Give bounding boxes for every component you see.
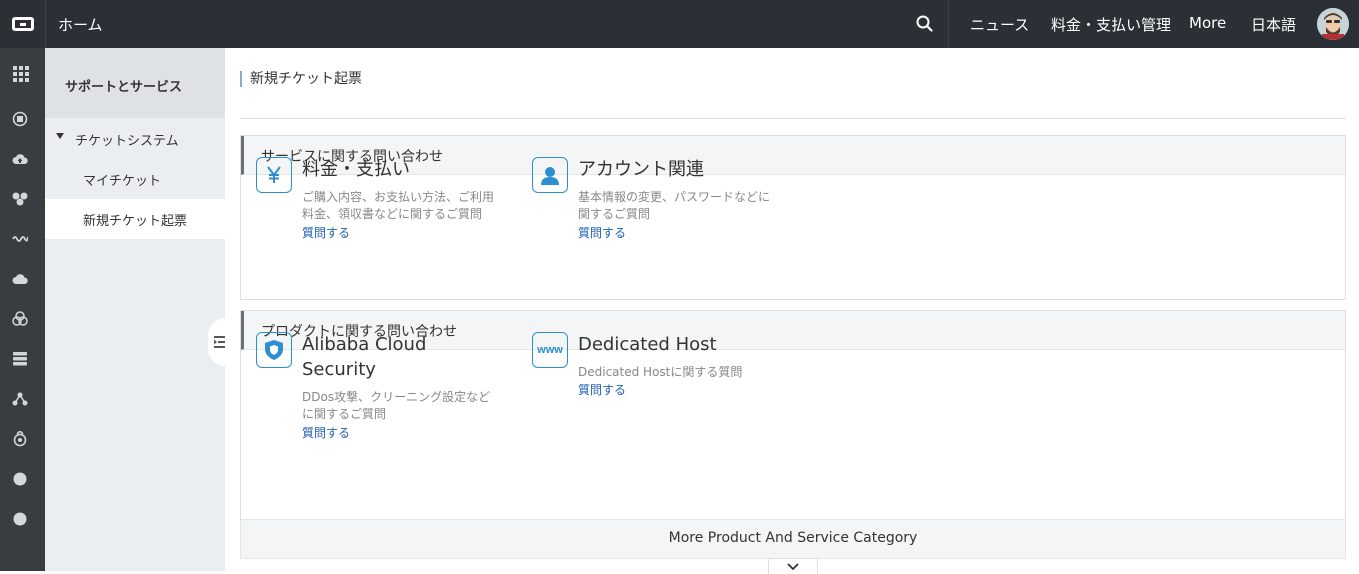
card-title-line: Alibaba Cloud [302,334,427,355]
top-bar: ホーム ニュース 料金・支払い管理 More 日本語 [0,0,1359,48]
ask-question-link[interactable]: 質問する [578,381,626,398]
service-inquiry-panel: サービスに関する問い合わせ 料金・支払い ご購入内容、お支払い方法、ご利用 料金… [240,135,1346,300]
collapse-icon [214,336,225,348]
chevron-down-icon [787,562,799,570]
product-inquiry-panel: プロダクトに関する問い合わせ Alibaba Cloud Security DD… [240,310,1346,520]
card-title-line: Security [302,359,376,380]
sidebar-item-my-tickets[interactable]: マイチケット [45,159,225,199]
card-desc-line: 関するご質問 [578,207,651,221]
ask-question-link[interactable]: 質問する [578,224,626,241]
nav-news[interactable]: ニュース [970,14,1029,35]
cluster-icon[interactable] [11,190,29,208]
card-title[interactable]: 料金・支払い [302,157,502,182]
product-rail [0,48,45,571]
search-icon[interactable] [914,13,936,35]
divider [948,0,949,48]
cloud-upload-icon[interactable] [11,150,29,168]
sidebar-collapse-toggle[interactable] [208,318,225,366]
divider [240,118,1346,119]
nav-more[interactable]: More [1189,14,1226,32]
card-desc-line: DDos攻撃、クリーニング設定など [302,390,491,404]
card-title[interactable]: アカウント関連 [578,157,778,182]
card-title[interactable]: Alibaba Cloud Security [302,332,502,382]
grid-icon[interactable] [12,65,30,83]
gear-cloud-icon[interactable] [11,430,29,448]
shield-icon [256,332,292,368]
network-icon[interactable] [11,310,29,328]
account-icon [532,157,568,193]
sidebar-title: サポートとサービス [45,48,225,118]
card-title[interactable]: Dedicated Host [578,332,778,357]
ask-question-link[interactable]: 質問する [302,424,350,441]
dot-icon[interactable] [11,470,29,488]
card-desc-line: 料金、領収書などに関するご質問 [302,207,483,221]
alibaba-cloud-logo-icon[interactable] [0,0,45,48]
card-account[interactable]: アカウント関連 基本情報の変更、パスワードなどに 関するご質問 質問する [532,157,782,257]
sidebar-group-ticket-system[interactable]: チケットシステム [45,128,225,150]
card-desc-line: に関するご質問 [302,407,387,421]
storage-icon[interactable] [11,350,29,368]
sidebar-group-label: チケットシステム [75,134,179,149]
caret-down-icon [56,133,64,139]
sidebar-item-new-ticket[interactable]: 新規チケット起票 [45,199,225,239]
ecs-icon[interactable] [11,110,29,128]
divider [45,0,46,48]
main-content: 新規チケット起票 サービスに関する問い合わせ 料金・支払い ご購入内容、お支払い… [225,48,1359,574]
www-icon: www [532,332,568,368]
home-link[interactable]: ホーム [58,14,103,35]
cloud-db-icon[interactable] [11,270,29,288]
user-avatar[interactable] [1317,8,1349,40]
ask-question-link[interactable]: 質問する [302,224,350,241]
page-title: 新規チケット起票 [240,71,362,87]
wave-icon[interactable] [11,230,29,248]
nav-billing[interactable]: 料金・支払い管理 [1051,14,1171,35]
support-sidebar: サポートとサービス チケットシステム マイチケット 新規チケット起票 [45,48,225,571]
yen-icon [256,157,292,193]
expand-toggle[interactable] [768,558,818,574]
language-selector[interactable]: 日本語 [1251,14,1296,35]
card-desc-line: 基本情報の変更、パスワードなどに [578,190,771,204]
share-icon[interactable] [11,390,29,408]
card-desc-line: Dedicated Hostに関する質問 [578,365,743,379]
card-dedicated-host[interactable]: www Dedicated Host Dedicated Hostに関する質問 … [532,332,782,412]
more-categories-button[interactable]: More Product And Service Category [240,519,1346,559]
card-billing[interactable]: 料金・支払い ご購入内容、お支払い方法、ご利用 料金、領収書などに関するご質問 … [256,157,506,257]
card-desc-line: ご購入内容、お支払い方法、ご利用 [302,190,495,204]
card-security[interactable]: Alibaba Cloud Security DDos攻撃、クリーニング設定など… [256,332,506,452]
dot-icon[interactable] [11,510,29,528]
